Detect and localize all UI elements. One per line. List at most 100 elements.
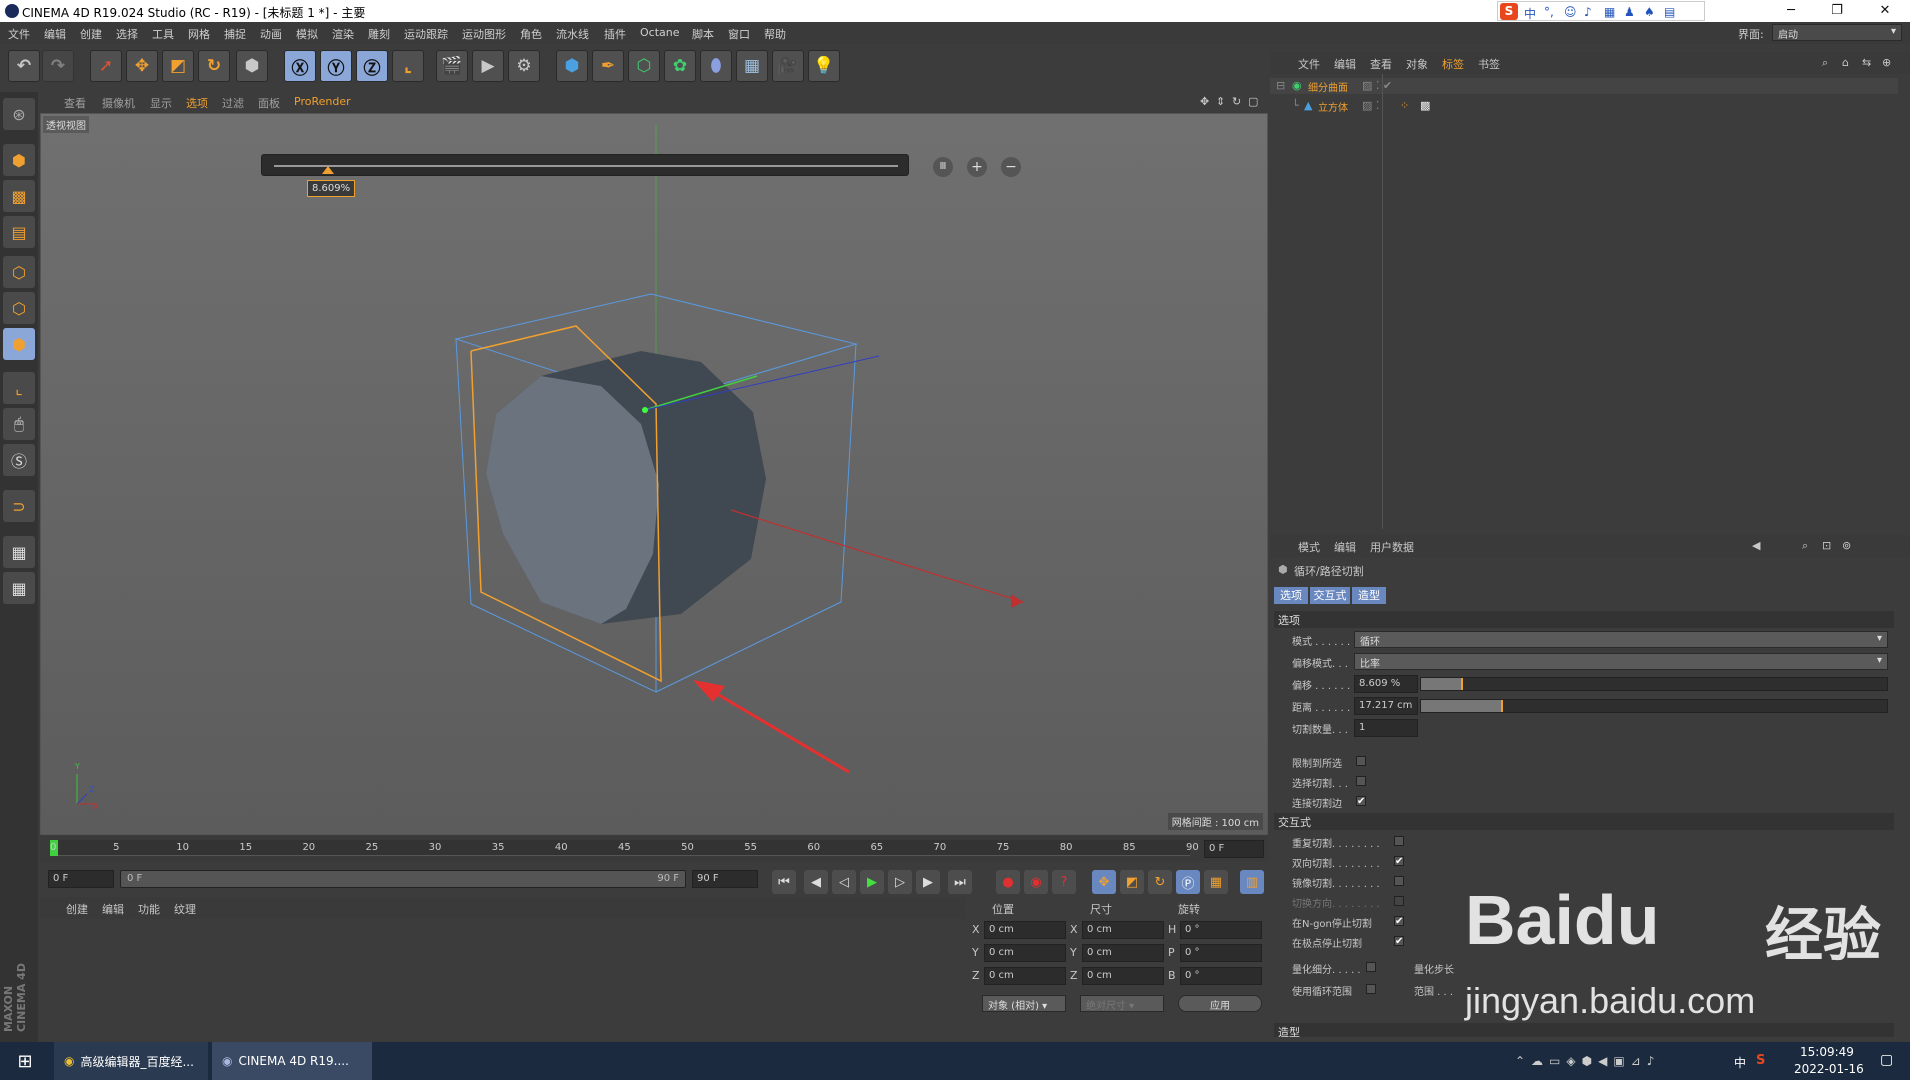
ime-indicator[interactable]: 中 (1734, 1054, 1746, 1071)
keyframe-selection-button[interactable]: ? (1052, 870, 1076, 894)
menu-edit[interactable]: 编辑 (44, 26, 66, 42)
menu-sculpt[interactable]: 雕刻 (368, 26, 390, 42)
points-mode-button[interactable]: ⬡ (3, 256, 35, 288)
coord-pos-y-field[interactable]: 0 cm (984, 944, 1066, 962)
vp-zoom-icon[interactable]: ⇕ (1216, 95, 1225, 108)
edges-mode-button[interactable]: ⬡ (3, 292, 35, 324)
attr-back-icon[interactable]: ◀ (1752, 539, 1760, 552)
coord-mode-select[interactable]: 对象 (相对) ▾ (982, 995, 1066, 1012)
menu-motion-tracker[interactable]: 运动跟踪 (404, 26, 448, 42)
subdivision-button[interactable]: ⬡ (628, 50, 660, 82)
vp-menu-camera[interactable]: 摄像机 (102, 95, 135, 111)
go-start-button[interactable]: ⏮ (772, 870, 796, 894)
move-tool-button[interactable]: ✥ (126, 50, 158, 82)
magnet-button[interactable]: ⊃ (3, 490, 35, 522)
close-button[interactable]: ✕ (1862, 0, 1908, 22)
coord-size-mode-select[interactable]: 绝对尺寸 ▾ (1080, 995, 1164, 1012)
timeline-window-button[interactable]: ▥ (1240, 870, 1264, 894)
object-row-cube[interactable]: └ ▲ 立方体 ▨ ⁚ ⁘ ▩ (1270, 98, 1898, 114)
menu-mesh[interactable]: 网格 (188, 26, 210, 42)
next-key-button[interactable]: ▶ (916, 870, 940, 894)
ngon-checkbox[interactable]: ✔ (1394, 916, 1404, 927)
slider-plus-button[interactable]: + (967, 157, 987, 177)
menu-create[interactable]: 创建 (80, 26, 102, 42)
cut-slider-knob[interactable] (321, 166, 334, 174)
coord-size-y-field[interactable]: 0 cm (1082, 944, 1164, 962)
count-field[interactable]: 1 (1354, 719, 1418, 737)
ime-mic-icon[interactable]: ♪ (1584, 5, 1592, 19)
menu-animate[interactable]: 动画 (260, 26, 282, 42)
coord-system-button[interactable]: ⌞ (392, 50, 424, 82)
start-button[interactable]: ⊞ (0, 1042, 50, 1080)
current-frame-field[interactable]: 0 F (1204, 840, 1264, 858)
cube-object-button[interactable]: ⬢ (556, 50, 588, 82)
cloner-button[interactable]: ✿ (664, 50, 696, 82)
attr-menu-mode[interactable]: 模式 (1298, 539, 1320, 555)
menu-window[interactable]: 窗口 (728, 26, 750, 42)
taskbar-chrome[interactable]: ◉ 高级编辑器_百度经... (54, 1042, 208, 1080)
distance-field[interactable]: 17.217 cm (1354, 697, 1418, 715)
key-param-button[interactable]: Ⓟ (1176, 870, 1200, 894)
vp-menu-prorender[interactable]: ProRender (294, 95, 351, 108)
snap-button[interactable]: Ⓢ (3, 444, 35, 476)
pole-checkbox[interactable]: ✔ (1394, 936, 1404, 947)
texture-mode-button[interactable]: ▩ (3, 180, 35, 212)
slider-minus-button[interactable]: − (1001, 157, 1021, 177)
apply-button[interactable]: 应用 (1178, 995, 1262, 1012)
mode-select[interactable]: 循环 ▾ (1354, 631, 1888, 648)
menu-file[interactable]: 文件 (8, 26, 30, 42)
go-end-button[interactable]: ⏭ (948, 870, 972, 894)
menu-select[interactable]: 选择 (116, 26, 138, 42)
attr-settings-icon[interactable]: ⊚ (1842, 539, 1851, 552)
coord-size-x-field[interactable]: 0 cm (1082, 921, 1164, 939)
axis-mode-button[interactable]: ⌞ (3, 372, 35, 404)
obj-link-icon[interactable]: ⇆ (1862, 56, 1871, 69)
clock-date[interactable]: 2022-01-16 (1794, 1062, 1864, 1076)
obj-menu-view[interactable]: 查看 (1370, 56, 1392, 72)
obj-menu-tags[interactable]: 标签 (1442, 56, 1464, 72)
flip-checkbox[interactable] (1394, 896, 1404, 906)
light-button[interactable]: 💡 (808, 50, 840, 82)
ime-skin-icon[interactable]: ♠ (1644, 5, 1655, 19)
attr-search-icon[interactable]: ⌕ (1802, 539, 1808, 553)
autokey-button[interactable]: ◉ (1024, 870, 1048, 894)
prev-frame-button[interactable]: ◁ (832, 870, 856, 894)
tab-interactive[interactable]: 交互式 (1310, 587, 1350, 604)
mirror-checkbox[interactable] (1394, 876, 1404, 886)
menu-simulate[interactable]: 模拟 (296, 26, 318, 42)
menu-mograph[interactable]: 运动图形 (462, 26, 506, 42)
render-settings-button[interactable]: ⚙ (508, 50, 540, 82)
offset-mode-select[interactable]: 比率 ▾ (1354, 653, 1888, 670)
coord-rot-h-field[interactable]: 0 ° (1180, 921, 1262, 939)
key-scale-button[interactable]: ◩ (1120, 870, 1144, 894)
model-mode-button[interactable]: ⬢ (3, 144, 35, 176)
menu-snap[interactable]: 捕捉 (224, 26, 246, 42)
ime-keyboard-icon[interactable]: ▦ (1604, 5, 1615, 19)
camera-button[interactable]: 🎥 (772, 50, 804, 82)
mat-menu-texture[interactable]: 纹理 (174, 901, 196, 917)
z-axis-button[interactable]: Ⓩ (356, 50, 388, 82)
next-frame-button[interactable]: ▷ (888, 870, 912, 894)
obj-search-icon[interactable]: ⌕ (1822, 56, 1828, 70)
ime-tools-icon[interactable]: ▤ (1664, 5, 1675, 19)
limit-checkbox[interactable] (1356, 756, 1366, 766)
redo-button[interactable]: ↷ (42, 50, 74, 82)
attr-lock-icon[interactable]: ⊡ (1822, 539, 1831, 552)
key-rotation-button[interactable]: ↻ (1148, 870, 1172, 894)
menu-plugins[interactable]: 插件 (604, 26, 626, 42)
attr-menu-userdata[interactable]: 用户数据 (1370, 539, 1414, 555)
cut-offset-slider[interactable] (261, 154, 909, 176)
vp-menu-view[interactable]: 查看 (64, 95, 86, 111)
tab-shape[interactable]: 造型 (1352, 587, 1386, 604)
expand-icon[interactable]: ⊟ (1276, 79, 1285, 92)
grid-lock-button[interactable]: ▦ (3, 536, 35, 568)
sogou-icon[interactable]: S (1500, 3, 1518, 20)
ime-emoji-icon[interactable]: ☺ (1564, 5, 1577, 19)
scale-tool-button[interactable]: ◩ (162, 50, 194, 82)
obj-menu-file[interactable]: 文件 (1298, 56, 1320, 72)
vp-menu-filter[interactable]: 过滤 (222, 95, 244, 111)
menu-tools[interactable]: 工具 (152, 26, 174, 42)
obj-new-window-icon[interactable]: ⊕ (1882, 56, 1891, 69)
object-name-cube[interactable]: 立方体 (1318, 99, 1348, 114)
maximize-button[interactable]: ❐ (1814, 0, 1860, 22)
